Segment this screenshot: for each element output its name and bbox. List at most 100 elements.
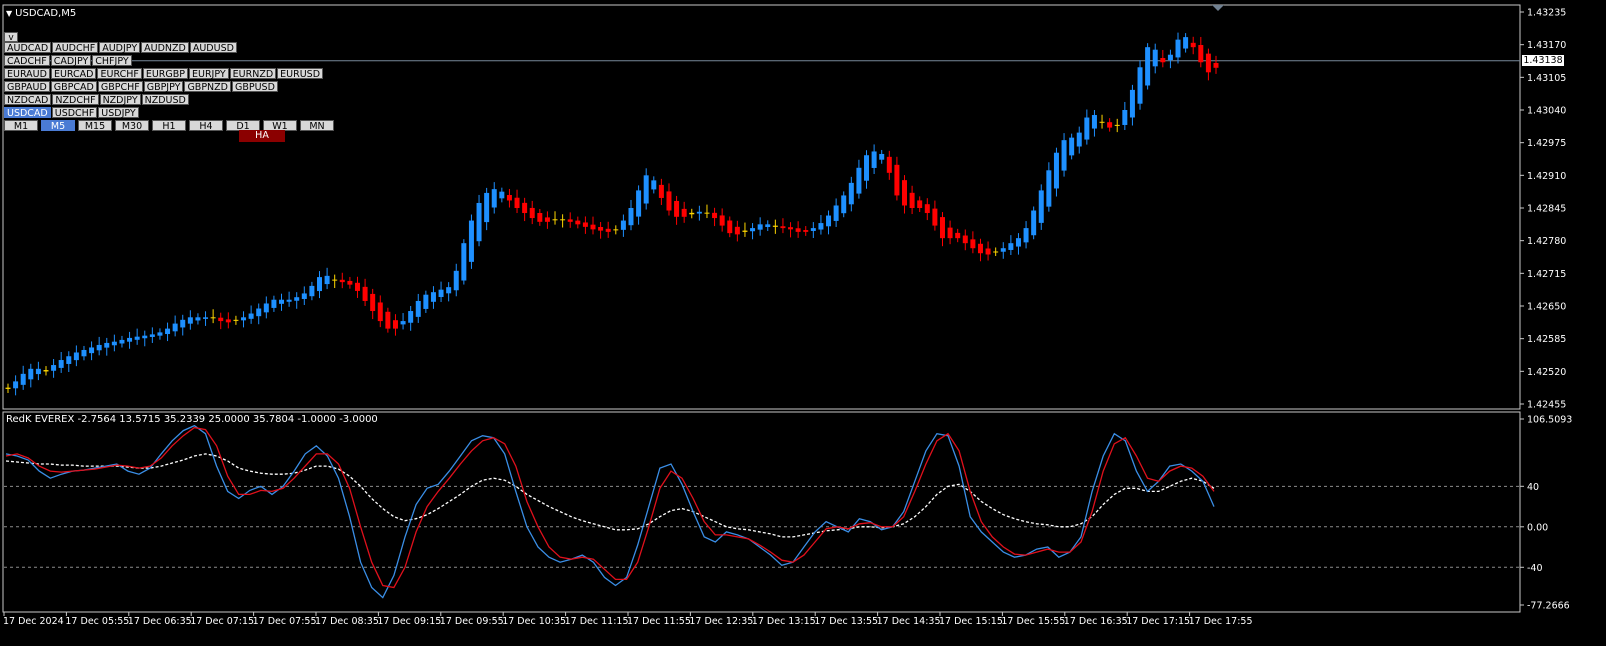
symbol-button-gbpaud[interactable]: GBPAUD (4, 81, 50, 93)
symbol-row: USDCAD USDCHF USDJPY (4, 107, 324, 119)
symbol-button-eurchf[interactable]: EURCHF (97, 68, 142, 80)
candle-body (142, 335, 148, 339)
candle-body (917, 200, 923, 208)
candle-body (666, 191, 672, 211)
symbol-button-chfjpy[interactable]: CHFJPY (92, 55, 132, 67)
candle-body (810, 228, 816, 231)
candle-body (1152, 49, 1158, 67)
candle-body (567, 219, 573, 222)
candle-body (658, 184, 664, 198)
candle-body (1015, 238, 1021, 247)
candle-body (20, 373, 26, 385)
symbol-button-nzdchf[interactable]: NZDCHF (52, 94, 99, 106)
price-axis-label: 1.42585 (1527, 334, 1566, 345)
symbol-button-audjpy[interactable]: AUDJPY (99, 42, 141, 54)
time-axis-label: 17 Dec 10:35 (502, 616, 566, 627)
symbol-button-eurnzd[interactable]: EURNZD (229, 68, 277, 80)
dropdown-triangle-icon[interactable]: ▼ (6, 9, 12, 18)
candle-body (210, 317, 216, 319)
symbol-button-eurjpy[interactable]: EURJPY (188, 68, 229, 80)
candle-body (438, 289, 444, 297)
candle-body (1190, 42, 1196, 48)
candle-body (1167, 54, 1173, 61)
candle-body (750, 228, 756, 232)
candle-body (575, 220, 581, 225)
candle-body (886, 156, 892, 173)
timeframe-button-h4[interactable]: H4 (189, 120, 223, 132)
symbol-button-cadjpy[interactable]: CADJPY (50, 55, 92, 67)
candle-body (803, 230, 809, 232)
price-axis-label: 1.42455 (1527, 400, 1566, 411)
symbol-button-gbpchf[interactable]: GBPCHF (97, 81, 143, 93)
symbol-button-usdchf[interactable]: USDCHF (51, 107, 98, 119)
heiken-ashi-button[interactable]: HA (239, 130, 285, 142)
symbol-button-nzdusd[interactable]: NZDUSD (141, 94, 189, 106)
candle-body (279, 299, 285, 304)
symbol-button-gbpjpy[interactable]: GBPJPY (143, 81, 184, 93)
candle-body (757, 224, 763, 230)
candle-body (1038, 190, 1044, 223)
symbol-button-gbpnzd[interactable]: GBPNZD (184, 81, 231, 93)
symbol-button-audnzd[interactable]: AUDNZD (141, 42, 189, 54)
candle-body (734, 226, 740, 235)
symbol-button-usdcad[interactable]: USDCAD (4, 107, 51, 119)
candle-body (134, 336, 140, 340)
symbol-button-gbpcad[interactable]: GBPCAD (50, 81, 97, 93)
symbol-button-eurgbp[interactable]: EURGBP (142, 68, 188, 80)
price-axis-label: 1.42845 (1527, 204, 1566, 215)
symbol-button-gbpusd[interactable]: GBPUSD (231, 81, 278, 93)
time-axis-label: 17 Dec 17:55 (1189, 616, 1253, 627)
candle-body (939, 217, 945, 239)
indicator-axis-label: 106.5093 (1527, 415, 1572, 426)
candle-body (993, 251, 999, 253)
candle-body (522, 202, 528, 214)
symbol-button-audusd[interactable]: AUDUSD (189, 42, 237, 54)
candle-body (818, 223, 824, 230)
candle-body (233, 319, 239, 321)
symbol-button-nzdjpy[interactable]: NZDJPY (99, 94, 141, 106)
candle-body (765, 224, 771, 228)
candle-body (468, 220, 474, 262)
candle-body (719, 215, 725, 226)
time-axis-label: 17 Dec 08:35 (315, 616, 379, 627)
candle-body (780, 226, 786, 229)
candle-body (1137, 67, 1143, 104)
symbol-button-audcad[interactable]: AUDCAD (4, 42, 52, 54)
time-axis-label: 17 Dec 16:35 (1064, 616, 1128, 627)
candle-body (1061, 140, 1067, 171)
candle-body (864, 155, 870, 181)
symbol-button-euraud[interactable]: EURAUD (4, 68, 50, 80)
timeframe-button-m5[interactable]: M5 (41, 120, 75, 132)
price-axis-label: 1.43105 (1527, 73, 1566, 84)
candle-body (51, 365, 57, 371)
candle-body (172, 323, 178, 332)
symbol-button-eurusd[interactable]: EURUSD (277, 68, 324, 80)
candle-body (620, 220, 626, 230)
timeframe-button-m30[interactable]: M30 (115, 120, 149, 132)
time-axis-label: 17 Dec 07:15 (190, 616, 254, 627)
candle-body (674, 200, 680, 217)
candle-body (582, 222, 588, 227)
candle-body (73, 352, 79, 361)
candle-body (28, 368, 34, 380)
candle-body (947, 227, 953, 239)
symbol-button-nzdcad[interactable]: NZDCAD (4, 94, 52, 106)
candle-body (841, 195, 847, 214)
candle-body (119, 339, 125, 344)
indicator-title: RedK EVEREX -2.7564 13.5715 35.2339 25.0… (6, 414, 378, 425)
symbol-button-cadchf[interactable]: CADCHF (4, 55, 50, 67)
timeframe-button-m15[interactable]: M15 (78, 120, 112, 132)
symbol-button-usdjpy[interactable]: USDJPY (98, 107, 139, 119)
candle-body (392, 320, 398, 329)
candle-body (826, 215, 832, 227)
indicator-axis-label: 0.00 (1527, 522, 1548, 533)
candle-body (924, 204, 930, 214)
candle-body (1000, 248, 1006, 252)
timeframe-button-h1[interactable]: H1 (152, 120, 186, 132)
symbol-button-eurcad[interactable]: EURCAD (50, 68, 97, 80)
candle-body (970, 239, 976, 249)
timeframe-button-m1[interactable]: M1 (4, 120, 38, 132)
collapse-button[interactable]: v (4, 32, 18, 43)
timeframe-button-mn[interactable]: MN (300, 120, 334, 132)
symbol-button-audchf[interactable]: AUDCHF (52, 42, 99, 54)
